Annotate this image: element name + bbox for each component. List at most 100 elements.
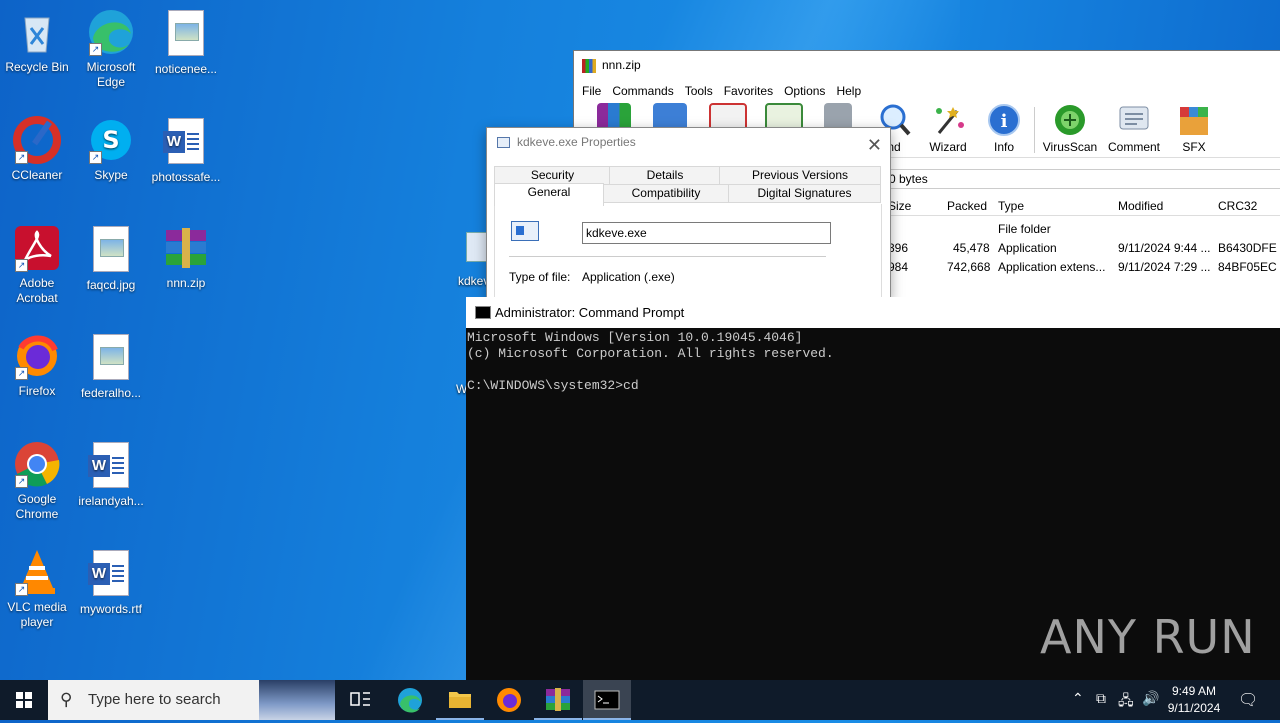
menu-options[interactable]: Options — [783, 81, 831, 101]
desktop-icon-microsoft-edge[interactable]: ↗ Microsoft Edge — [74, 8, 148, 90]
winrar-titlebar[interactable]: nnn.zip — [574, 51, 1280, 81]
partial-icon-label: kdkev — [458, 274, 490, 288]
tab-digital-signatures[interactable]: Digital Signatures — [728, 184, 881, 203]
vlc-icon: ↗ — [13, 548, 61, 596]
winrar-address-bar[interactable]: 0 bytes — [889, 169, 1280, 189]
taskbar-edge-button[interactable] — [386, 680, 434, 720]
skype-icon: S ↗ — [87, 116, 135, 164]
cmd-line: Microsoft Windows [Version 10.0.19045.40… — [467, 330, 803, 345]
column-type[interactable]: Type — [998, 199, 1024, 213]
desktop-icon-adobe-acrobat[interactable]: ↗ Adobe Acrobat — [0, 224, 74, 306]
desktop-icon-faqcd[interactable]: faqcd.jpg — [74, 224, 148, 293]
cmd-app-icon — [475, 306, 491, 319]
search-highlight-image — [259, 680, 335, 720]
taskbar-firefox-button[interactable] — [485, 680, 533, 720]
table-row[interactable]: 396 45,478 Application 9/11/2024 9:44 ..… — [884, 238, 1280, 257]
desktop-icon-recycle-bin[interactable]: Recycle Bin — [0, 8, 74, 75]
menu-help[interactable]: Help — [835, 81, 867, 101]
tab-general[interactable]: General — [494, 183, 604, 206]
column-packed[interactable]: Packed — [947, 199, 987, 213]
desktop-icon-noticenee[interactable]: noticenee... — [149, 8, 223, 77]
svg-text:i: i — [1001, 111, 1008, 132]
tab-previous-versions[interactable]: Previous Versions — [719, 166, 881, 185]
word-doc-icon: W — [162, 118, 210, 166]
table-row[interactable]: File folder — [884, 219, 1280, 238]
partial-file-icon — [466, 232, 488, 262]
desktop-icon-google-chrome[interactable]: ↗ Google Chrome — [0, 440, 74, 522]
menu-commands[interactable]: Commands — [611, 81, 679, 101]
toolbar-sfx-button[interactable]: SFX — [1166, 103, 1222, 154]
toolbar-wizard-button[interactable]: Wizard — [920, 103, 976, 154]
desktop-icon-federalho[interactable]: federalho... — [74, 332, 148, 401]
desktop-icon-photossafe[interactable]: W photossafe... — [149, 116, 223, 185]
folder-icon — [449, 692, 471, 708]
close-icon[interactable]: ✕ — [867, 131, 882, 159]
taskbar-cmd-button[interactable] — [583, 680, 631, 720]
properties-titlebar[interactable]: kdkeve.exe Properties ✕ — [487, 128, 890, 156]
volume-icon[interactable]: 🔊 — [1142, 690, 1159, 707]
image-file-icon — [162, 10, 210, 58]
clock-time: 9:49 AM — [1171, 684, 1217, 698]
windows-logo-icon — [16, 692, 32, 708]
cmd-icon — [594, 690, 620, 710]
winrar-app-icon — [582, 59, 596, 73]
properties-dialog[interactable]: kdkeve.exe Properties ✕ Security Details… — [486, 127, 891, 300]
column-modified[interactable]: Modified — [1118, 199, 1163, 213]
desktop-icon-ccleaner[interactable]: ↗ CCleaner — [0, 116, 74, 183]
tab-details[interactable]: Details — [609, 166, 721, 185]
menu-favorites[interactable]: Favorites — [723, 81, 779, 101]
desktop-icon-irelandyah[interactable]: W irelandyah... — [74, 440, 148, 509]
taskbar-clock[interactable]: 9:49 AM 9/11/2024 — [1160, 683, 1228, 717]
table-row[interactable]: 984 742,668 Application extens... 9/11/2… — [884, 257, 1280, 276]
svg-text:S: S — [102, 126, 119, 154]
start-button[interactable] — [0, 680, 48, 720]
column-crc32[interactable]: CRC32 — [1218, 199, 1257, 213]
cmd-title: Administrator: Command Prompt — [495, 305, 685, 320]
chrome-icon: ↗ — [13, 440, 61, 488]
desktop-icon-nnn-zip[interactable]: nnn.zip — [149, 224, 223, 291]
meet-now-icon[interactable]: ⧉ — [1096, 690, 1106, 707]
desktop-icon-mywords[interactable]: W mywords.rtf — [74, 548, 148, 617]
cmd-line: (c) Microsoft Corporation. All rights re… — [467, 346, 834, 361]
address-text: 0 bytes — [889, 172, 928, 186]
cmd-output[interactable]: Microsoft Windows [Version 10.0.19045.40… — [466, 328, 1280, 394]
notifications-icon[interactable]: 🗨 — [1238, 690, 1258, 710]
search-placeholder: Type here to search — [88, 691, 221, 708]
clock-date: 9/11/2024 — [1167, 701, 1221, 715]
recycle-bin-icon — [13, 8, 61, 56]
divider — [509, 256, 826, 257]
network-icon[interactable]: 🖧 — [1118, 690, 1134, 714]
wizard-icon — [931, 103, 965, 137]
edge-icon — [398, 688, 422, 713]
taskbar-file-explorer-button[interactable] — [436, 680, 484, 720]
task-view-button[interactable] — [336, 680, 384, 720]
menu-tools[interactable]: Tools — [684, 81, 719, 101]
desktop-icon-skype[interactable]: S ↗ Skype — [74, 116, 148, 183]
show-hidden-icons-chevron-icon[interactable]: ⌃ — [1072, 690, 1084, 707]
cmd-titlebar[interactable]: Administrator: Command Prompt — [466, 297, 1280, 328]
column-size[interactable]: Size — [888, 199, 911, 213]
word-doc-icon: W — [87, 442, 135, 490]
toolbar-info-button[interactable]: i Info — [976, 103, 1032, 154]
toolbar-virusscan-button[interactable]: VirusScan — [1042, 103, 1098, 154]
filename-input[interactable]: kdkeve.exe — [582, 222, 831, 244]
taskbar-winrar-button[interactable] — [534, 680, 582, 720]
word-doc-icon: W — [87, 550, 135, 598]
desktop-icon-vlc[interactable]: ↗ VLC media player — [0, 548, 74, 630]
desktop-icon-firefox[interactable]: ↗ Firefox — [0, 332, 74, 399]
type-of-file-value: Application (.exe) — [582, 270, 675, 284]
taskbar-search-box[interactable]: ⚲ Type here to search — [48, 680, 335, 720]
properties-title: kdkeve.exe Properties — [517, 135, 636, 149]
search-icon: ⚲ — [60, 690, 73, 709]
winrar-title: nnn.zip — [602, 58, 641, 72]
toolbar-comment-button[interactable]: Comment — [1106, 103, 1162, 154]
tab-compatibility[interactable]: Compatibility — [602, 184, 730, 203]
type-of-file-label: Type of file: — [509, 270, 571, 284]
image-file-icon — [87, 226, 135, 274]
menu-file[interactable]: File — [581, 81, 607, 101]
winrar-archive-icon — [162, 224, 210, 272]
file-list-header: Size Packed Type Modified CRC32 — [884, 195, 1280, 216]
ccleaner-icon: ↗ — [13, 116, 61, 164]
image-file-icon — [87, 334, 135, 382]
info-icon: i — [987, 103, 1021, 137]
